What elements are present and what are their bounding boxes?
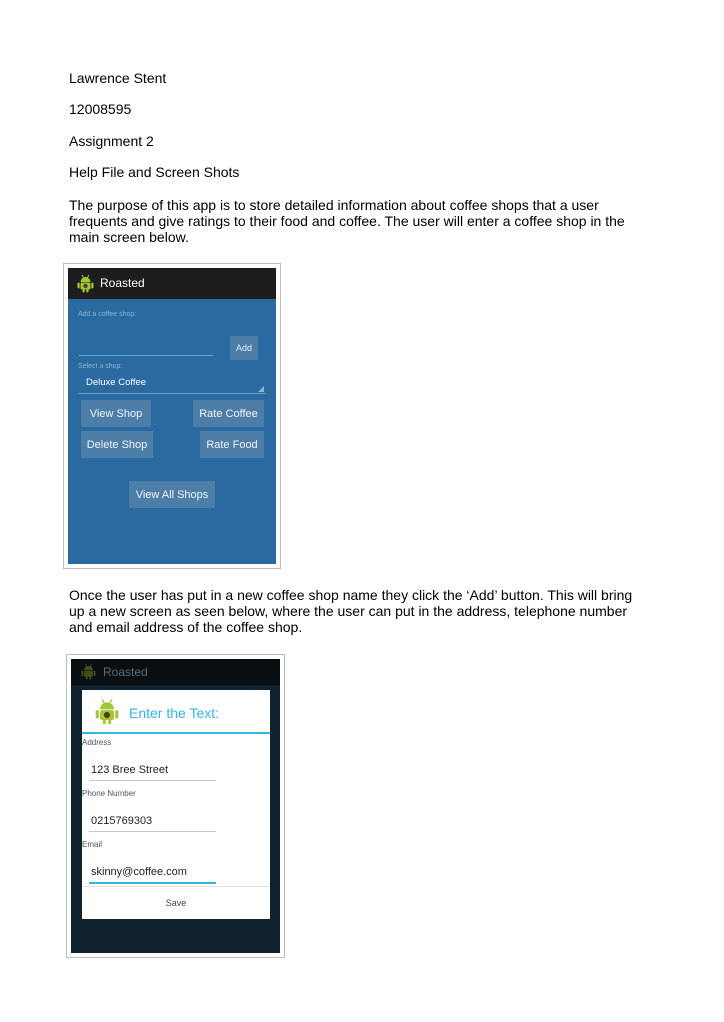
email-field[interactable]: skinny@coffee.com — [89, 866, 216, 884]
address-label: Address — [82, 738, 112, 747]
main-screen-screenshot: Roasted Add a coffee shop: Add Select a … — [63, 263, 281, 569]
selected-shop: Deluxe Coffee — [86, 377, 147, 388]
dialog-screenshot: Roasted Enter the Text: Address 123 Bree… — [66, 654, 285, 958]
android-icon — [95, 699, 119, 725]
app-title: Roasted — [103, 665, 148, 679]
app-title: Roasted — [100, 276, 145, 290]
shop-select-spinner[interactable]: Deluxe Coffee — [78, 373, 266, 394]
email-value: skinny@coffee.com — [91, 866, 187, 878]
action-bar-dimmed: Roasted — [71, 659, 280, 685]
delete-shop-button[interactable]: Delete Shop — [81, 431, 153, 458]
add-explanation-paragraph: Once the user has put in a new coffee sh… — [69, 587, 633, 635]
email-label: Email — [82, 840, 103, 849]
intro-paragraph: The purpose of this app is to store deta… — [69, 197, 625, 245]
assignment-title: Assignment 2 — [69, 133, 154, 149]
add-shop-input[interactable] — [79, 339, 213, 356]
document-subtitle: Help File and Screen Shots — [69, 164, 240, 180]
view-shop-button[interactable]: View Shop — [81, 400, 151, 427]
dropdown-corner-icon — [258, 386, 264, 392]
title-divider — [82, 732, 270, 734]
view-all-shops-button[interactable]: View All Shops — [129, 481, 215, 508]
author-name: Lawrence Stent — [69, 70, 167, 86]
android-icon — [81, 663, 96, 680]
action-bar: Roasted — [68, 268, 276, 299]
address-field[interactable]: 123 Bree Street — [89, 764, 216, 781]
phone-field[interactable]: 0215769303 — [89, 815, 216, 832]
student-id: 12008595 — [69, 101, 132, 117]
dialog-title: Enter the Text: — [129, 705, 220, 721]
rate-food-button[interactable]: Rate Food — [200, 431, 264, 458]
dialog-screen: Roasted Enter the Text: Address 123 Bree… — [71, 659, 280, 953]
add-shop-label: Add a coffee shop: — [78, 311, 137, 318]
select-shop-label: Select a shop: — [78, 363, 123, 370]
phone-value: 0215769303 — [91, 815, 153, 827]
save-button[interactable]: Save — [82, 887, 270, 919]
android-icon — [77, 274, 94, 293]
add-button[interactable]: Add — [230, 336, 258, 360]
address-value: 123 Bree Street — [91, 764, 169, 776]
enter-text-dialog: Enter the Text: Address 123 Bree Street … — [82, 690, 270, 919]
main-screen: Roasted Add a coffee shop: Add Select a … — [68, 268, 276, 564]
rate-coffee-button[interactable]: Rate Coffee — [193, 400, 264, 427]
phone-label: Phone Number — [82, 789, 136, 798]
